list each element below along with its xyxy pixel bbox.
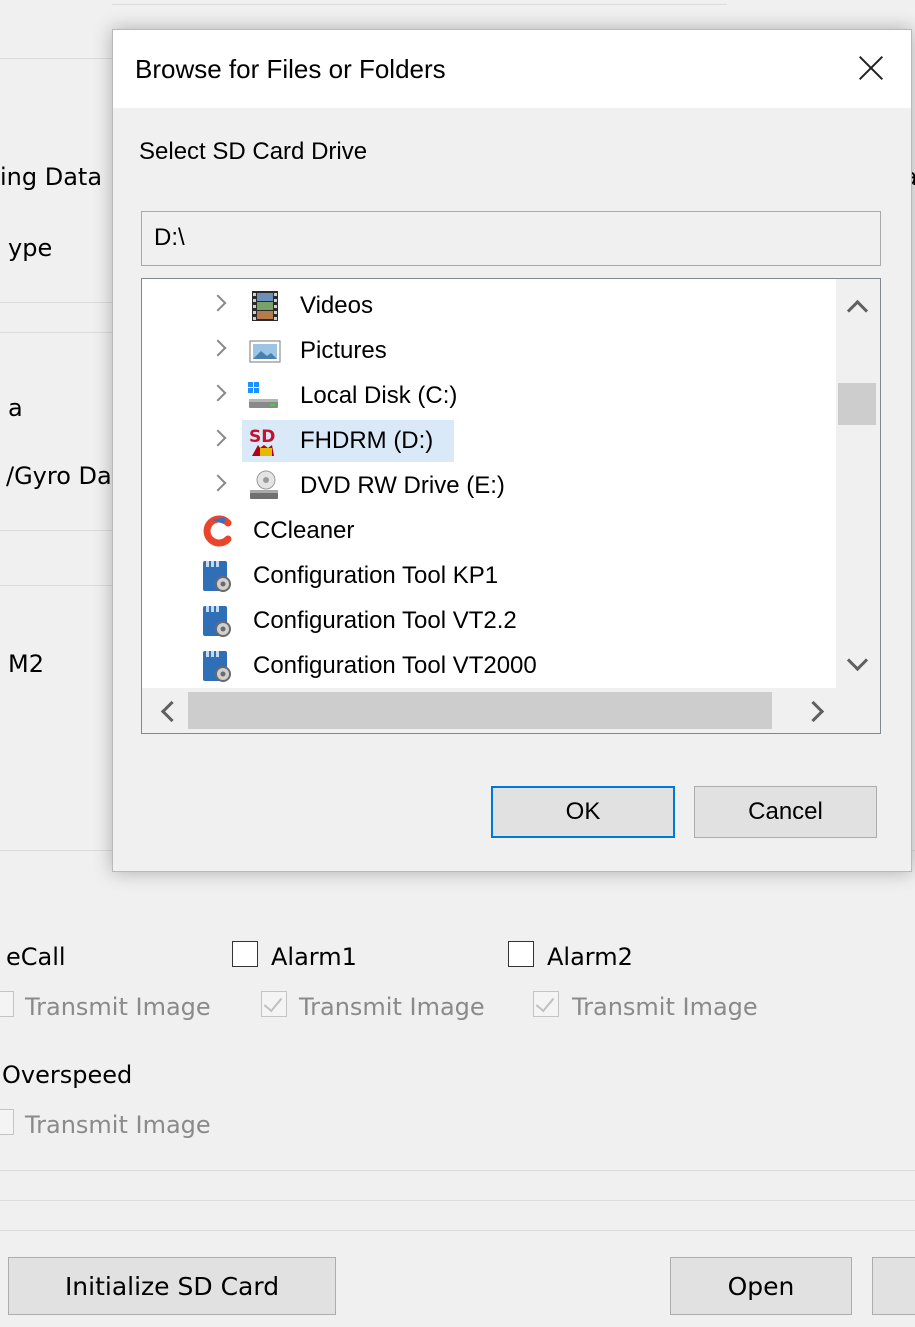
scroll-up-icon[interactable] — [846, 299, 869, 322]
overspeed-transmit-checkbox[interactable] — [0, 1109, 14, 1135]
tree-item-label: Configuration Tool VT2000 — [253, 652, 537, 679]
dialog-prompt: Select SD Card Drive — [139, 138, 368, 165]
overspeed-transmit-label: Transmit Image — [25, 1111, 211, 1139]
divider — [0, 585, 112, 586]
ecall-transmit-checkbox[interactable] — [0, 991, 14, 1017]
scroll-thumb[interactable] — [188, 692, 772, 729]
ecall-transmit-label: Transmit Image — [25, 993, 211, 1021]
alarm2-transmit-label: Transmit Image — [572, 993, 758, 1021]
tree-item-label: FHDRM (D:) — [300, 427, 434, 454]
tree-item-label: Pictures — [300, 337, 387, 364]
videos-icon — [252, 291, 278, 321]
scroll-left-icon[interactable] — [160, 700, 183, 723]
cancel-button[interactable]: Cancel — [694, 786, 877, 838]
tree-item-label: DVD RW Drive (E:) — [300, 472, 505, 499]
ok-button[interactable]: OK — [491, 786, 675, 838]
alarm2-checkbox[interactable] — [508, 941, 534, 967]
tree-item-label: Videos — [300, 292, 373, 319]
config-tool-icon — [203, 606, 231, 637]
tree-item-local-disk[interactable]: Local Disk (C:) — [142, 375, 832, 417]
setting-label: M2 — [8, 650, 44, 678]
chevron-right-icon[interactable] — [209, 474, 227, 492]
tree-item-label: Local Disk (C:) — [300, 382, 458, 409]
sd-card-icon: SD — [249, 427, 275, 456]
open-button[interactable]: Open — [670, 1257, 852, 1315]
chevron-right-icon[interactable] — [209, 384, 227, 402]
pictures-icon — [249, 340, 281, 363]
setting-label: a — [8, 394, 23, 422]
alarm2-transmit-checkbox[interactable] — [533, 991, 559, 1017]
divider — [0, 302, 112, 303]
divider — [0, 530, 112, 531]
scroll-down-icon[interactable] — [846, 649, 869, 672]
scroll-right-icon[interactable] — [802, 700, 825, 723]
config-tool-icon — [203, 651, 231, 682]
chevron-right-icon[interactable] — [209, 294, 227, 312]
horizontal-scrollbar[interactable] — [142, 688, 838, 733]
initialize-sd-card-button[interactable]: Initialize SD Card — [8, 1257, 336, 1315]
svg-text:SD: SD — [249, 427, 275, 447]
scroll-thumb[interactable] — [838, 383, 876, 425]
divider — [0, 1170, 915, 1171]
chevron-right-icon[interactable] — [209, 429, 227, 447]
dialog-title: Browse for Files or Folders — [135, 54, 446, 84]
path-field[interactable]: D:\ — [141, 211, 881, 266]
divider — [0, 1230, 915, 1231]
local-disk-icon — [248, 382, 278, 408]
browse-dialog: Browse for Files or Folders Select SD Ca… — [112, 29, 912, 872]
setting-label: ype — [8, 234, 53, 262]
divider — [0, 1200, 915, 1201]
divider — [112, 4, 727, 5]
alarm1-transmit-checkbox[interactable] — [261, 991, 287, 1017]
tree-item-config-kp1[interactable]: Configuration Tool KP1 — [142, 555, 832, 597]
tree-item-config-vt22[interactable]: Configuration Tool VT2.2 — [142, 600, 832, 642]
folder-tree[interactable]: Videos Pictures Local Disk (C:) SD FHDRM… — [141, 278, 881, 734]
overspeed-label: Overspeed — [2, 1061, 133, 1089]
config-tool-icon — [203, 561, 231, 592]
alarm1-checkbox[interactable] — [232, 941, 258, 967]
vertical-scrollbar[interactable] — [836, 279, 880, 688]
chevron-right-icon[interactable] — [209, 339, 227, 357]
dialog-titlebar: Browse for Files or Folders — [113, 30, 911, 108]
tree-item-pictures[interactable]: Pictures — [142, 330, 832, 372]
alarm1-transmit-label: Transmit Image — [299, 993, 485, 1021]
tree-item-fhdrm[interactable]: SD FHDRM (D:) — [142, 420, 832, 462]
dvd-drive-icon — [250, 470, 278, 499]
close-icon[interactable] — [851, 48, 891, 88]
alarm2-label: Alarm2 — [547, 943, 633, 971]
ecall-label: eCall — [6, 943, 66, 971]
divider — [0, 58, 112, 59]
tree-item-ccleaner[interactable]: CCleaner — [142, 510, 832, 552]
tree-item-dvd-drive[interactable]: DVD RW Drive (E:) — [142, 465, 832, 507]
tree-item-config-vt2000[interactable]: Configuration Tool VT2000 — [142, 645, 832, 687]
divider — [0, 332, 112, 333]
ccleaner-icon — [203, 515, 232, 547]
setting-label: /Gyro Da — [6, 462, 112, 490]
setting-label: ing Data — [0, 163, 103, 191]
tree-item-videos[interactable]: Videos — [142, 285, 832, 327]
scrollbar-corner — [836, 688, 880, 733]
partial-button[interactable] — [872, 1257, 915, 1315]
tree-item-label: Configuration Tool VT2.2 — [253, 607, 517, 634]
tree-item-label: CCleaner — [253, 517, 355, 544]
tree-item-label: Configuration Tool KP1 — [253, 562, 499, 589]
alarm1-label: Alarm1 — [271, 943, 357, 971]
